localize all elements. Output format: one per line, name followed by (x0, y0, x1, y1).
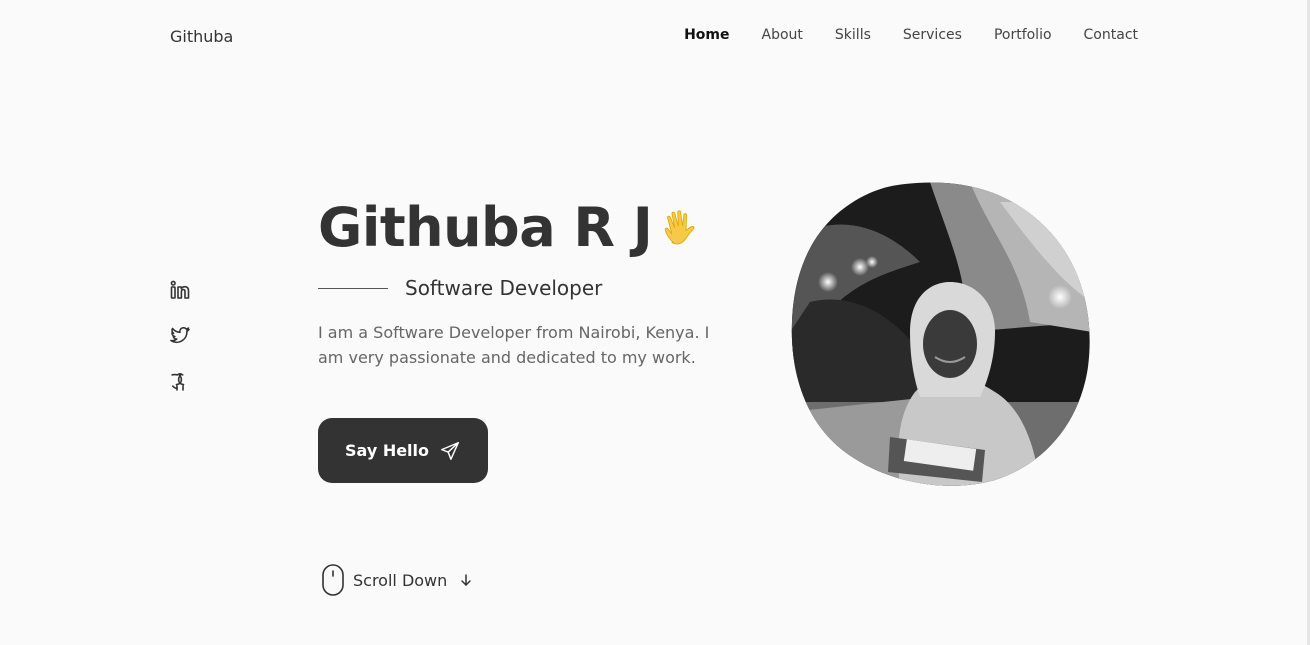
send-icon (441, 441, 459, 460)
hero-heading: Githuba R J (318, 196, 702, 259)
say-hello-button[interactable]: Say Hello (318, 418, 488, 483)
nav-portfolio[interactable]: Portfolio (994, 27, 1052, 43)
profile-image (790, 182, 1092, 486)
hero-subtitle-row: Software Developer (318, 276, 602, 300)
profile-photo-blob (791, 182, 1090, 486)
site-header: Githuba Home About Skills Services Portf… (0, 0, 1310, 72)
linkedin-icon[interactable] (168, 278, 192, 302)
nav-contact[interactable]: Contact (1084, 27, 1138, 43)
mouse-icon (322, 564, 344, 596)
scroll-down-link[interactable]: Scroll Down (321, 564, 473, 596)
hero-description: I am a Software Developer from Nairobi, … (318, 323, 710, 367)
nav-about[interactable]: About (762, 27, 803, 43)
twitter-icon[interactable] (168, 324, 192, 348)
site-logo[interactable]: Githuba (170, 27, 233, 46)
say-hello-label: Say Hello (344, 441, 430, 460)
nav-skills[interactable]: Skills (835, 27, 871, 43)
social-links (168, 278, 192, 394)
scroll-down-label: Scroll Down (353, 570, 448, 590)
nav-home[interactable]: Home (684, 27, 729, 43)
github-icon[interactable] (168, 370, 192, 394)
arrow-down-icon (461, 574, 472, 586)
main-nav: Home About Skills Services Portfolio Con… (684, 27, 1138, 43)
subtitle-divider (318, 287, 388, 289)
hero-subtitle: Software Developer (405, 276, 603, 300)
hero-name: Githuba R J (318, 196, 653, 259)
waving-hand-icon (665, 209, 695, 244)
nav-services[interactable]: Services (903, 27, 962, 43)
